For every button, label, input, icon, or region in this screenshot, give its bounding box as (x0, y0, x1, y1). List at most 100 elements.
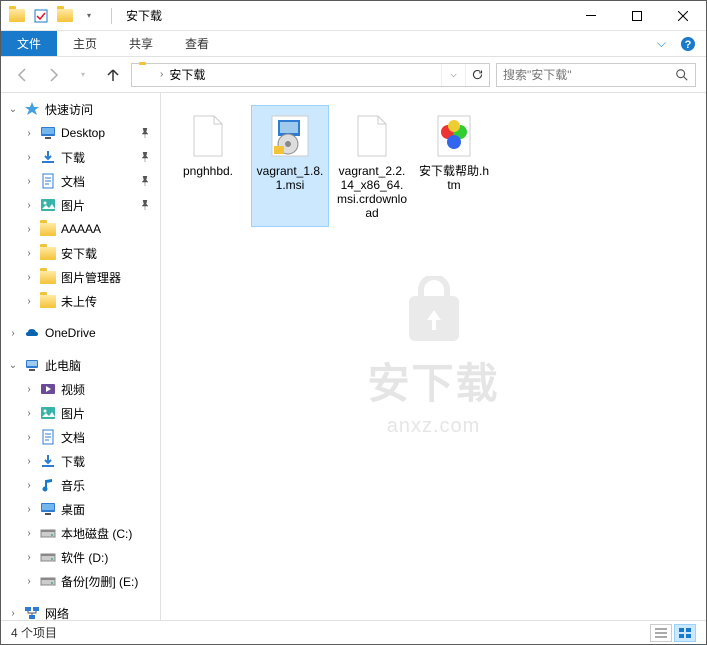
search-input[interactable] (503, 68, 675, 82)
sidebar-item[interactable]: ›下载 (1, 449, 160, 473)
search-box[interactable] (496, 63, 696, 87)
navigation-pane[interactable]: ⌄ 快速访问 ›Desktop›下载›文档›图片›AAAAA›安下载›图片管理器… (1, 93, 161, 620)
chevron-right-icon[interactable]: › (23, 480, 35, 491)
sidebar-item[interactable]: ›图片 (1, 401, 160, 425)
folder-icon (39, 268, 57, 286)
chevron-right-icon[interactable]: › (23, 128, 35, 139)
chevron-right-icon[interactable]: › (23, 528, 35, 539)
search-icon[interactable] (675, 68, 689, 82)
address-folder-icon (136, 65, 156, 85)
chevron-right-icon[interactable]: › (7, 608, 19, 619)
pin-icon (140, 128, 150, 138)
chevron-right-icon[interactable]: › (23, 272, 35, 283)
sidebar-item[interactable]: › 文档 (1, 425, 160, 449)
svg-text:?: ? (685, 39, 692, 51)
address-dropdown-icon[interactable]: ⌵ (441, 64, 465, 86)
sidebar-item[interactable]: › 图片管理器 (1, 265, 160, 289)
desktop-icon (39, 500, 57, 518)
close-button[interactable] (660, 1, 706, 31)
sidebar-item[interactable]: ›Desktop (1, 121, 160, 145)
maximize-button[interactable] (614, 1, 660, 31)
sidebar-quick-access[interactable]: ⌄ 快速访问 (1, 97, 160, 121)
sidebar-item[interactable]: › 音乐 (1, 473, 160, 497)
forward-button[interactable] (41, 63, 65, 87)
quick-access-icon (23, 100, 41, 118)
chevron-right-icon[interactable]: › (23, 576, 35, 587)
sidebar-item[interactable]: › 下载 (1, 145, 160, 169)
properties-qat-icon[interactable] (33, 8, 49, 24)
downloads-icon (39, 452, 57, 470)
sidebar-item[interactable]: › 安下载 (1, 241, 160, 265)
sidebar-network[interactable]: › 网络 (1, 601, 160, 620)
sidebar-item[interactable]: ›本地磁盘 (C:) (1, 521, 160, 545)
this-pc-icon (23, 356, 41, 374)
quick-access-toolbar: ▾ (1, 8, 105, 24)
chevron-right-icon[interactable]: › (23, 552, 35, 563)
pin-icon (140, 176, 150, 186)
sidebar-this-pc[interactable]: ⌄ 此电脑 (1, 353, 160, 377)
file-name: vagrant_2.2.14_x86_64.msi.crdownload (336, 164, 408, 220)
chevron-right-icon[interactable]: › (7, 328, 19, 339)
sidebar-item-label: 音乐 (61, 477, 85, 494)
tab-share[interactable]: 共享 (113, 31, 169, 56)
chevron-right-icon[interactable]: › (23, 200, 35, 211)
back-button[interactable] (11, 63, 35, 87)
sidebar-item[interactable]: › 备份[勿删] (E:) (1, 569, 160, 593)
folder-qat-icon[interactable] (57, 8, 73, 24)
sidebar-item-label: 下载 (61, 149, 85, 166)
tab-home[interactable]: 主页 (57, 31, 113, 56)
address-bar[interactable]: › 安下载 ⌵ (131, 63, 490, 87)
sidebar-onedrive[interactable]: › OneDrive (1, 321, 160, 345)
chevron-down-icon[interactable]: ⌄ (7, 104, 19, 115)
chevron-right-icon[interactable]: › (23, 176, 35, 187)
sidebar-item-label: 图片 (61, 197, 85, 214)
qat-dropdown-icon[interactable]: ▾ (81, 8, 97, 24)
view-icons-button[interactable] (674, 624, 696, 642)
sidebar-item[interactable]: ›文档 (1, 169, 160, 193)
chevron-right-icon[interactable]: › (23, 248, 35, 259)
ribbon-expand-icon[interactable]: ⌵ (657, 36, 666, 51)
view-details-button[interactable] (650, 624, 672, 642)
sidebar-item[interactable]: ›桌面 (1, 497, 160, 521)
tab-file[interactable]: 文件 (1, 31, 57, 56)
pictures-icon (39, 404, 57, 422)
file-list[interactable]: 安下载 anxz.com pnghhbd.vagrant_1.8.1.msiva… (161, 93, 706, 620)
chevron-right-icon[interactable]: › (23, 504, 35, 515)
tab-view[interactable]: 查看 (169, 31, 225, 56)
sidebar-item[interactable]: › 图片 (1, 193, 160, 217)
window-controls (568, 1, 706, 31)
sidebar-item-label: 文档 (61, 429, 85, 446)
help-icon[interactable]: ? (680, 36, 696, 52)
file-item[interactable]: vagrant_1.8.1.msi (251, 105, 329, 227)
chevron-right-icon[interactable]: › (23, 296, 35, 307)
sidebar-item[interactable]: ›视频 (1, 377, 160, 401)
breadcrumb[interactable]: 安下载 (163, 66, 211, 83)
file-item[interactable]: pnghhbd. (169, 105, 247, 227)
refresh-button[interactable] (465, 64, 489, 86)
onedrive-icon (23, 324, 41, 342)
file-name: vagrant_1.8.1.msi (254, 164, 326, 192)
file-item[interactable]: 安下载帮助.htm (415, 105, 493, 227)
sidebar-item[interactable]: ›未上传 (1, 289, 160, 313)
file-item[interactable]: vagrant_2.2.14_x86_64.msi.crdownload (333, 105, 411, 227)
sidebar-item-label: 安下载 (61, 245, 97, 262)
navigation-bar: ▾ › 安下载 ⌵ (1, 57, 706, 93)
sidebar-item-label: 此电脑 (45, 357, 81, 374)
sidebar-item[interactable]: ›软件 (D:) (1, 545, 160, 569)
chevron-right-icon[interactable]: › (23, 456, 35, 467)
chevron-right-icon[interactable]: › (23, 432, 35, 443)
up-button[interactable] (101, 63, 125, 87)
sidebar-item-label: 图片管理器 (61, 269, 121, 286)
chevron-right-icon[interactable]: › (23, 408, 35, 419)
drive-icon (39, 548, 57, 566)
chevron-right-icon[interactable]: › (23, 224, 35, 235)
sidebar-item-label: 网络 (45, 605, 69, 621)
sidebar-item-label: 备份[勿删] (E:) (61, 573, 138, 590)
minimize-button[interactable] (568, 1, 614, 31)
chevron-right-icon[interactable]: › (23, 384, 35, 395)
recent-dropdown-icon[interactable]: ▾ (71, 63, 95, 87)
chevron-right-icon[interactable]: › (23, 152, 35, 163)
chevron-down-icon[interactable]: ⌄ (7, 360, 19, 371)
sidebar-item[interactable]: ›AAAAA (1, 217, 160, 241)
videos-icon (39, 380, 57, 398)
